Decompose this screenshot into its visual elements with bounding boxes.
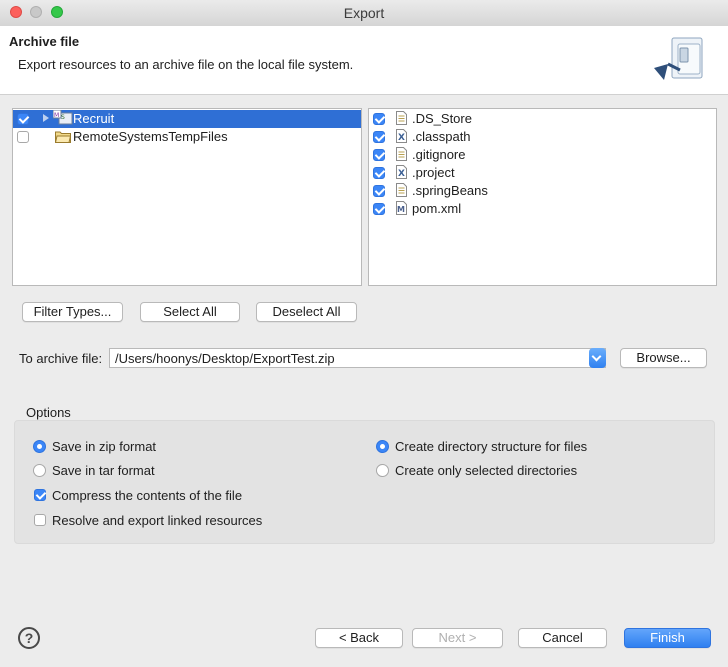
file-label: pom.xml <box>412 201 462 216</box>
file-checkbox[interactable] <box>373 131 385 143</box>
create-selected-radio[interactable] <box>376 464 389 477</box>
file-item-project[interactable]: X .project <box>369 164 716 182</box>
resource-tree[interactable]: M S Recruit RemoteSystemsTempFiles <box>12 108 362 286</box>
file-label: .project <box>412 165 455 180</box>
export-archive-icon <box>650 34 710 90</box>
tree-item-remotesystemstempfiles[interactable]: RemoteSystemsTempFiles <box>13 128 361 146</box>
options-title: Options <box>26 405 71 420</box>
file-checkbox[interactable] <box>373 167 385 179</box>
tree-item-checkbox[interactable] <box>17 131 29 143</box>
file-label: .DS_Store <box>412 111 472 126</box>
help-icon[interactable]: ? <box>18 627 40 649</box>
svg-text:M: M <box>397 205 405 214</box>
folder-icon <box>55 131 71 143</box>
back-button[interactable]: < Back <box>315 628 403 648</box>
create-structure-label: Create directory structure for files <box>395 439 588 454</box>
xml-file-icon: X <box>396 165 407 179</box>
tree-item-recruit[interactable]: M S Recruit <box>13 110 361 128</box>
tree-item-label: Recruit <box>73 111 115 126</box>
file-item-pom-xml[interactable]: M pom.xml <box>369 200 716 218</box>
page-description: Export resources to an archive file on t… <box>18 57 354 72</box>
finish-button[interactable]: Finish <box>624 628 711 648</box>
cancel-button[interactable]: Cancel <box>518 628 607 648</box>
archive-file-label: To archive file: <box>19 351 103 366</box>
create-structure-radio[interactable] <box>376 440 389 453</box>
file-item-gitignore[interactable]: .gitignore <box>369 146 716 164</box>
svg-text:X: X <box>398 133 405 143</box>
window-title: Export <box>343 5 385 21</box>
page-title: Archive file <box>9 34 80 49</box>
create-selected-label: Create only selected directories <box>395 463 578 478</box>
compress-label: Compress the contents of the file <box>52 488 243 503</box>
svg-text:X: X <box>398 169 405 179</box>
text-file-icon <box>396 147 407 161</box>
save-zip-label: Save in zip format <box>52 439 157 454</box>
tree-item-checkbox[interactable] <box>17 113 29 125</box>
file-checkbox[interactable] <box>373 149 385 161</box>
maven-file-icon: M <box>396 201 407 215</box>
wizard-header: Archive file Export resources to an arch… <box>0 26 728 95</box>
expand-arrow-icon[interactable] <box>43 114 49 122</box>
chevron-down-icon[interactable] <box>589 348 606 368</box>
resolve-linked-checkbox[interactable] <box>34 514 46 526</box>
export-dialog: Export Archive file Export resources to … <box>0 0 728 667</box>
archive-file-input[interactable]: /Users/hoonys/Desktop/ExportTest.zip <box>115 351 335 366</box>
svg-text:M: M <box>54 112 59 119</box>
file-checkbox[interactable] <box>373 185 385 197</box>
next-button[interactable]: Next > <box>412 628 503 648</box>
filter-types-button[interactable]: Filter Types... <box>22 302 123 322</box>
save-tar-radio[interactable] <box>33 464 46 477</box>
text-file-icon <box>396 111 407 125</box>
file-list[interactable]: .DS_Store X .classpath .gitignore X .pro… <box>368 108 717 286</box>
file-item-ds-store[interactable]: .DS_Store <box>369 110 716 128</box>
save-zip-radio[interactable] <box>33 440 46 453</box>
select-all-button[interactable]: Select All <box>140 302 240 322</box>
save-tar-label: Save in tar format <box>52 463 155 478</box>
project-icon: M S <box>53 110 73 125</box>
compress-checkbox[interactable] <box>34 489 46 501</box>
file-checkbox[interactable] <box>373 203 385 215</box>
deselect-all-button[interactable]: Deselect All <box>256 302 357 322</box>
xml-file-icon: X <box>396 129 407 143</box>
text-file-icon <box>396 183 407 197</box>
file-checkbox[interactable] <box>373 113 385 125</box>
file-label: .springBeans <box>412 183 488 198</box>
file-label: .classpath <box>412 129 471 144</box>
file-item-classpath[interactable]: X .classpath <box>369 128 716 146</box>
svg-text:S: S <box>61 114 65 121</box>
title-bar: Export <box>0 0 728 27</box>
tree-item-label: RemoteSystemsTempFiles <box>73 129 228 144</box>
file-item-springbeans[interactable]: .springBeans <box>369 182 716 200</box>
resolve-linked-label: Resolve and export linked resources <box>52 513 263 528</box>
archive-file-combo[interactable]: /Users/hoonys/Desktop/ExportTest.zip <box>109 348 606 368</box>
file-label: .gitignore <box>412 147 466 162</box>
browse-button[interactable]: Browse... <box>620 348 707 368</box>
